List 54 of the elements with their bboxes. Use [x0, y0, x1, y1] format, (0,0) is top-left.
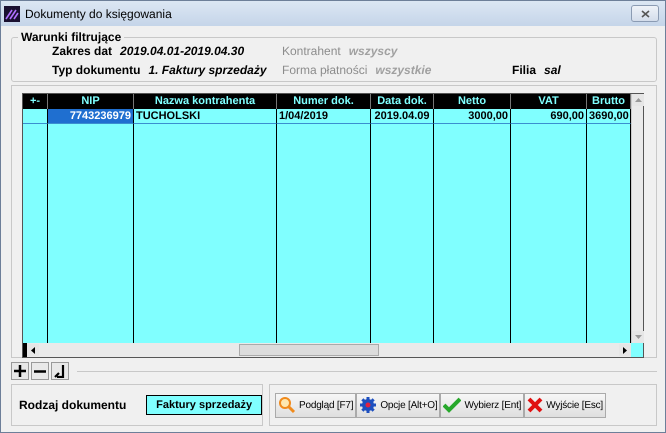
up-arrow-icon [634, 98, 642, 102]
check-icon [443, 397, 462, 413]
scroll-left-button[interactable] [27, 344, 39, 356]
filter-value: wszyscy [348, 44, 398, 58]
filter-label: Kontrahent [282, 44, 341, 58]
preview-button[interactable]: Podgląd [F7] [275, 392, 356, 418]
filter-label: Typ dokumentu [52, 63, 140, 77]
remove-button[interactable] [31, 362, 49, 380]
table-cell: 3000,00 [434, 109, 511, 124]
window-title: Dokumenty do księgowania [25, 6, 173, 20]
column-header[interactable]: Netto [434, 94, 511, 109]
close-icon [640, 10, 650, 18]
down-arrow-icon [634, 335, 642, 339]
select-button[interactable]: Wybierz [Ent] [440, 392, 524, 418]
minus-icon [34, 370, 46, 372]
left-arrow-icon [31, 346, 35, 354]
search-icon [278, 396, 296, 414]
close-icon [527, 397, 544, 413]
filter-label: Filia [512, 63, 536, 77]
table-cell: 690,00 [511, 109, 587, 124]
close-button[interactable] [631, 5, 659, 22]
filter-value: 1. Faktury sprzedaży [148, 63, 267, 77]
column-header[interactable]: Nazwa kontrahenta [134, 94, 277, 109]
document-type-field[interactable]: Faktury sprzedaży [146, 395, 262, 415]
column-header[interactable]: +- [23, 94, 48, 109]
scrollbar-thumb[interactable] [239, 344, 379, 356]
plus-icon [14, 365, 26, 377]
filter-value: sal [544, 63, 561, 77]
app-logo-icon [4, 6, 20, 22]
return-icon [54, 364, 66, 378]
confirm-button[interactable] [51, 362, 69, 380]
filter-label: Forma płatności [282, 63, 368, 77]
filter-label: Zakres dat [52, 44, 112, 58]
column-header[interactable]: Data dok. [371, 94, 434, 109]
table-cell: 7743236979 [48, 109, 134, 124]
settings-icon [359, 396, 378, 414]
add-button[interactable] [11, 362, 29, 380]
table-cell: 2019.04.09 [371, 109, 434, 124]
column-header[interactable]: VAT [511, 94, 587, 109]
right-arrow-icon [623, 346, 627, 354]
filter-value: 2019.04.01-2019.04.30 [120, 44, 244, 58]
exit-button[interactable]: Wyjście [Esc] [524, 392, 606, 418]
horizontal-scrollbar[interactable] [23, 343, 631, 357]
filter-value: wszystkie [375, 63, 432, 77]
table-cell: 1/04/2019 [277, 109, 371, 124]
column-header[interactable]: Brutto [587, 94, 631, 109]
table-cell: 3690,00 [587, 109, 631, 124]
column-header[interactable]: Numer dok. [277, 94, 371, 109]
document-type-label: Rodzaj dokumentu [19, 398, 126, 412]
group-title: Warunki filtrujące [20, 30, 122, 44]
scroll-right-button[interactable] [619, 344, 631, 356]
options-button[interactable]: Opcje [Alt+O] [356, 392, 440, 418]
table-cell: TUCHOLSKI [134, 109, 277, 124]
column-header[interactable]: NIP [48, 94, 134, 109]
